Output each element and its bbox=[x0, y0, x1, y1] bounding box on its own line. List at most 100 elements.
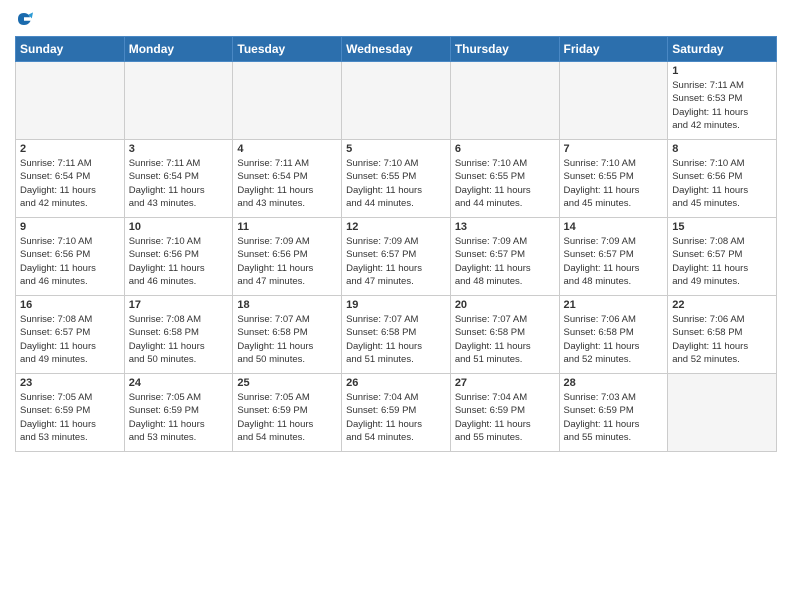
calendar-header: SundayMondayTuesdayWednesdayThursdayFrid… bbox=[16, 37, 777, 62]
calendar-cell: 5Sunrise: 7:10 AM Sunset: 6:55 PM Daylig… bbox=[342, 140, 451, 218]
calendar-cell bbox=[16, 62, 125, 140]
day-info: Sunrise: 7:10 AM Sunset: 6:56 PM Dayligh… bbox=[672, 157, 772, 210]
day-info: Sunrise: 7:09 AM Sunset: 6:56 PM Dayligh… bbox=[237, 235, 337, 288]
calendar-cell bbox=[233, 62, 342, 140]
weekday-header: Thursday bbox=[450, 37, 559, 62]
day-info: Sunrise: 7:04 AM Sunset: 6:59 PM Dayligh… bbox=[346, 391, 446, 444]
calendar-cell: 2 Sunrise: 7:11 AM Sunset: 6:54 PM Daylig… bbox=[16, 140, 125, 218]
calendar-week-row: 1 Sunrise: 7:11 AM Sunset: 6:53 PM Daylig… bbox=[16, 62, 777, 140]
day-info: Sunrise: 7:04 AM Sunset: 6:59 PM Dayligh… bbox=[455, 391, 555, 444]
weekday-row: SundayMondayTuesdayWednesdayThursdayFrid… bbox=[16, 37, 777, 62]
calendar-week-row: 16 Sunrise: 7:08 AM Sunset: 6:57 PM Dayli… bbox=[16, 296, 777, 374]
day-number: 6 bbox=[455, 143, 555, 155]
calendar-cell: 23 Sunrise: 7:05 AM Sunset: 6:59 PM Dayli… bbox=[16, 374, 125, 452]
calendar-cell: 28 Sunrise: 7:03 AM Sunset: 6:59 PM Dayli… bbox=[559, 374, 668, 452]
calendar-cell bbox=[450, 62, 559, 140]
day-info: Sunrise: 7:08 AM Sunset: 6:57 PM Dayligh… bbox=[20, 313, 120, 366]
day-info: Sunrise: 7:10 AM Sunset: 6:56 PM Dayligh… bbox=[20, 235, 120, 288]
day-info: Sunrise: 7:11 AM Sunset: 6:54 PM Dayligh… bbox=[237, 157, 337, 210]
calendar-cell: 17 Sunrise: 7:08 AM Sunset: 6:58 PM Dayli… bbox=[124, 296, 233, 374]
day-info: Sunrise: 7:10 AM Sunset: 6:55 PM Dayligh… bbox=[455, 157, 555, 210]
calendar-cell bbox=[124, 62, 233, 140]
calendar-cell: 4 Sunrise: 7:11 AM Sunset: 6:54 PM Daylig… bbox=[233, 140, 342, 218]
calendar-cell: 12 Sunrise: 7:09 AM Sunset: 6:57 PM Dayli… bbox=[342, 218, 451, 296]
day-number: 20 bbox=[455, 299, 555, 311]
day-info: Sunrise: 7:05 AM Sunset: 6:59 PM Dayligh… bbox=[20, 391, 120, 444]
day-number: 13 bbox=[455, 221, 555, 233]
weekday-header: Sunday bbox=[16, 37, 125, 62]
day-info: Sunrise: 7:11 AM Sunset: 6:54 PM Dayligh… bbox=[129, 157, 229, 210]
day-number: 5 bbox=[346, 143, 446, 155]
header bbox=[15, 10, 777, 28]
day-number: 1 bbox=[672, 65, 772, 77]
calendar-cell bbox=[559, 62, 668, 140]
day-number: 18 bbox=[237, 299, 337, 311]
calendar-cell: 15 Sunrise: 7:08 AM Sunset: 6:57 PM Dayli… bbox=[668, 218, 777, 296]
day-number: 15 bbox=[672, 221, 772, 233]
day-info: Sunrise: 7:07 AM Sunset: 6:58 PM Dayligh… bbox=[455, 313, 555, 366]
calendar-cell: 24 Sunrise: 7:05 AM Sunset: 6:59 PM Dayli… bbox=[124, 374, 233, 452]
day-info: Sunrise: 7:08 AM Sunset: 6:58 PM Dayligh… bbox=[129, 313, 229, 366]
day-info: Sunrise: 7:11 AM Sunset: 6:53 PM Dayligh… bbox=[672, 79, 772, 132]
day-number: 22 bbox=[672, 299, 772, 311]
day-number: 21 bbox=[564, 299, 664, 311]
day-number: 9 bbox=[20, 221, 120, 233]
day-number: 8 bbox=[672, 143, 772, 155]
day-info: Sunrise: 7:06 AM Sunset: 6:58 PM Dayligh… bbox=[672, 313, 772, 366]
weekday-header: Wednesday bbox=[342, 37, 451, 62]
day-number: 4 bbox=[237, 143, 337, 155]
calendar-cell: 10 Sunrise: 7:10 AM Sunset: 6:56 PM Dayli… bbox=[124, 218, 233, 296]
day-info: Sunrise: 7:11 AM Sunset: 6:54 PM Dayligh… bbox=[20, 157, 120, 210]
calendar-cell: 19Sunrise: 7:07 AM Sunset: 6:58 PM Dayli… bbox=[342, 296, 451, 374]
day-info: Sunrise: 7:10 AM Sunset: 6:56 PM Dayligh… bbox=[129, 235, 229, 288]
day-number: 24 bbox=[129, 377, 229, 389]
day-number: 16 bbox=[20, 299, 120, 311]
calendar-cell: 6 Sunrise: 7:10 AM Sunset: 6:55 PM Daylig… bbox=[450, 140, 559, 218]
calendar-cell: 21 Sunrise: 7:06 AM Sunset: 6:58 PM Dayli… bbox=[559, 296, 668, 374]
calendar-cell: 13Sunrise: 7:09 AM Sunset: 6:57 PM Dayli… bbox=[450, 218, 559, 296]
day-number: 28 bbox=[564, 377, 664, 389]
day-number: 3 bbox=[129, 143, 229, 155]
weekday-header: Friday bbox=[559, 37, 668, 62]
day-number: 25 bbox=[237, 377, 337, 389]
page: SundayMondayTuesdayWednesdayThursdayFrid… bbox=[0, 0, 792, 612]
calendar-cell bbox=[342, 62, 451, 140]
day-info: Sunrise: 7:09 AM Sunset: 6:57 PM Dayligh… bbox=[346, 235, 446, 288]
day-info: Sunrise: 7:07 AM Sunset: 6:58 PM Dayligh… bbox=[346, 313, 446, 366]
calendar-cell: 8 Sunrise: 7:10 AM Sunset: 6:56 PM Daylig… bbox=[668, 140, 777, 218]
calendar-cell: 11 Sunrise: 7:09 AM Sunset: 6:56 PM Dayli… bbox=[233, 218, 342, 296]
calendar-cell: 25 Sunrise: 7:05 AM Sunset: 6:59 PM Dayli… bbox=[233, 374, 342, 452]
weekday-header: Monday bbox=[124, 37, 233, 62]
calendar-cell: 3 Sunrise: 7:11 AM Sunset: 6:54 PM Daylig… bbox=[124, 140, 233, 218]
day-number: 23 bbox=[20, 377, 120, 389]
calendar-cell: 27 Sunrise: 7:04 AM Sunset: 6:59 PM Dayli… bbox=[450, 374, 559, 452]
calendar-week-row: 9 Sunrise: 7:10 AM Sunset: 6:56 PM Daylig… bbox=[16, 218, 777, 296]
day-number: 2 bbox=[20, 143, 120, 155]
calendar-cell: 18 Sunrise: 7:07 AM Sunset: 6:58 PM Dayli… bbox=[233, 296, 342, 374]
calendar: SundayMondayTuesdayWednesdayThursdayFrid… bbox=[15, 36, 777, 452]
day-number: 11 bbox=[237, 221, 337, 233]
calendar-week-row: 23 Sunrise: 7:05 AM Sunset: 6:59 PM Dayli… bbox=[16, 374, 777, 452]
calendar-cell: 14Sunrise: 7:09 AM Sunset: 6:57 PM Dayli… bbox=[559, 218, 668, 296]
calendar-body: 1 Sunrise: 7:11 AM Sunset: 6:53 PM Daylig… bbox=[16, 62, 777, 452]
day-number: 12 bbox=[346, 221, 446, 233]
day-info: Sunrise: 7:05 AM Sunset: 6:59 PM Dayligh… bbox=[129, 391, 229, 444]
day-info: Sunrise: 7:03 AM Sunset: 6:59 PM Dayligh… bbox=[564, 391, 664, 444]
weekday-header: Saturday bbox=[668, 37, 777, 62]
day-info: Sunrise: 7:07 AM Sunset: 6:58 PM Dayligh… bbox=[237, 313, 337, 366]
day-number: 27 bbox=[455, 377, 555, 389]
day-info: Sunrise: 7:08 AM Sunset: 6:57 PM Dayligh… bbox=[672, 235, 772, 288]
logo bbox=[15, 10, 35, 28]
day-info: Sunrise: 7:06 AM Sunset: 6:58 PM Dayligh… bbox=[564, 313, 664, 366]
calendar-cell: 26 Sunrise: 7:04 AM Sunset: 6:59 PM Dayli… bbox=[342, 374, 451, 452]
calendar-week-row: 2 Sunrise: 7:11 AM Sunset: 6:54 PM Daylig… bbox=[16, 140, 777, 218]
day-info: Sunrise: 7:05 AM Sunset: 6:59 PM Dayligh… bbox=[237, 391, 337, 444]
calendar-cell: 16 Sunrise: 7:08 AM Sunset: 6:57 PM Dayli… bbox=[16, 296, 125, 374]
day-number: 7 bbox=[564, 143, 664, 155]
day-number: 26 bbox=[346, 377, 446, 389]
calendar-cell: 22 Sunrise: 7:06 AM Sunset: 6:58 PM Dayli… bbox=[668, 296, 777, 374]
calendar-cell: 1 Sunrise: 7:11 AM Sunset: 6:53 PM Daylig… bbox=[668, 62, 777, 140]
day-number: 14 bbox=[564, 221, 664, 233]
day-number: 10 bbox=[129, 221, 229, 233]
day-number: 17 bbox=[129, 299, 229, 311]
